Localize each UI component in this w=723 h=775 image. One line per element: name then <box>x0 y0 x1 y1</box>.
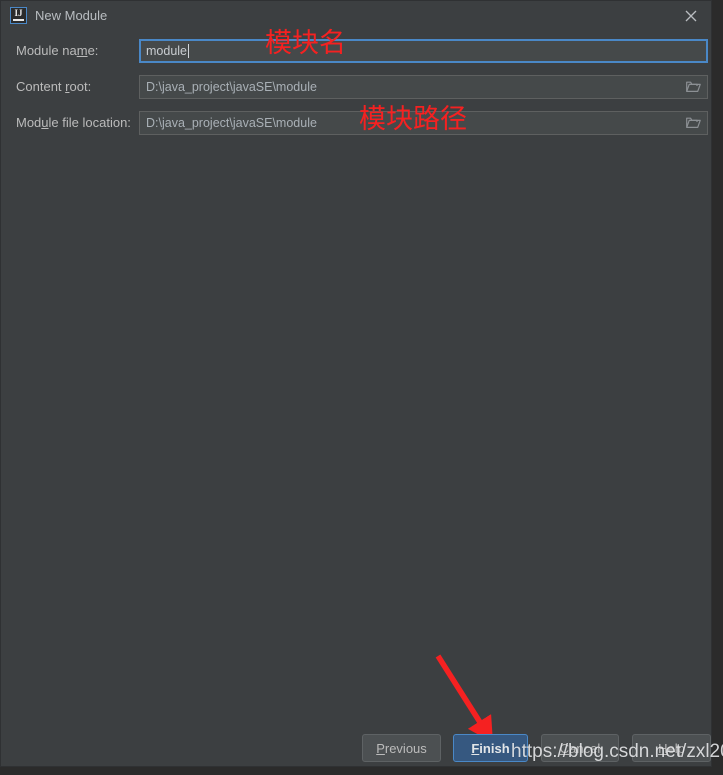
module-file-location-browse-button[interactable] <box>679 112 707 134</box>
label-content-root: Content root: <box>16 79 92 94</box>
previous-button[interactable]: Previous <box>362 734 441 762</box>
dialog-titlebar: IJ New Module <box>1 1 711 31</box>
close-icon[interactable] <box>677 3 705 29</box>
content-root-input[interactable]: D:\java_project\javaSE\module <box>139 75 708 99</box>
new-module-dialog: IJ New Module Module name: module Conten… <box>0 0 712 767</box>
module-name-input[interactable]: module <box>139 39 708 63</box>
help-button[interactable]: Help <box>632 734 711 762</box>
folder-icon <box>685 117 701 128</box>
label-module-name: Module name: <box>16 43 99 58</box>
close-icon-glyph <box>685 10 697 22</box>
annotation-module-name: 模块名 <box>265 28 346 59</box>
module-name-input-value: module <box>146 44 189 58</box>
finish-button[interactable]: Finish <box>453 734 528 762</box>
folder-icon <box>685 81 701 92</box>
field-row-content-root: Content root: D:\java_project\javaSE\mod… <box>1 75 711 99</box>
module-file-location-input-value: D:\java_project\javaSE\module <box>146 116 317 130</box>
annotation-arrow-to-finish <box>435 654 494 743</box>
field-row-module-name: Module name: module <box>1 39 711 63</box>
text-caret <box>188 44 189 58</box>
label-module-file-location: Module file location: <box>16 115 131 130</box>
dialog-title: New Module <box>35 8 108 23</box>
field-row-module-file-location: Module file location: D:\java_project\ja… <box>1 111 711 135</box>
intellij-idea-icon-underline <box>13 19 24 21</box>
annotation-module-path: 模块路径 <box>359 104 467 135</box>
intellij-idea-icon-letters: IJ <box>14 8 23 18</box>
content-root-browse-button[interactable] <box>679 76 707 98</box>
cancel-button[interactable]: Cancel <box>541 734 619 762</box>
content-root-input-value: D:\java_project\javaSE\module <box>146 80 317 94</box>
dialog-button-bar: Previous Finish Cancel Help <box>1 734 711 766</box>
intellij-idea-icon: IJ <box>10 7 27 24</box>
